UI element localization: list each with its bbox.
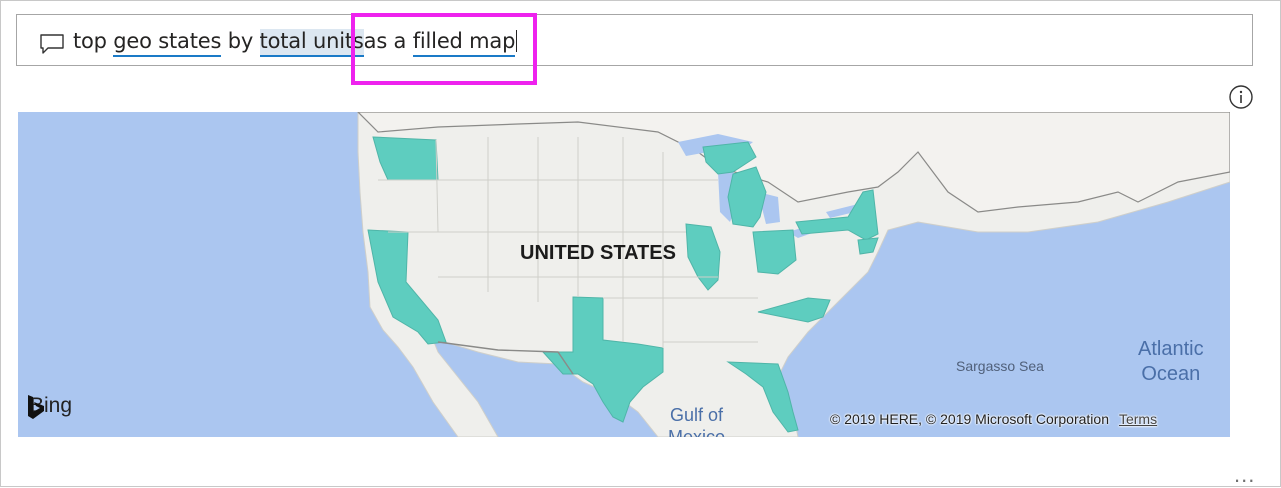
country-label: UNITED STATES [520, 242, 676, 264]
map-copyright: © 2019 HERE, © 2019 Microsoft Corporatio… [830, 411, 1157, 427]
gulf-label-line-2: Mexico [668, 427, 726, 437]
qna-question-box[interactable]: top geo states by total unitsas a filled… [16, 14, 1253, 66]
query-term-total-units[interactable]: total units [259, 29, 364, 57]
map-canvas [357, 112, 1230, 437]
query-term-geo-states[interactable]: geo states [113, 29, 221, 57]
terms-link[interactable]: Terms [1119, 411, 1157, 427]
copyright-text: © 2019 HERE, © 2019 Microsoft Corporatio… [830, 411, 1109, 427]
query-token-by: by [227, 29, 254, 53]
ocean-label: Atlantic Ocean [1138, 337, 1204, 387]
query-token-top: top [73, 29, 107, 53]
chat-bubble-icon [40, 34, 64, 54]
filled-map[interactable]: UNITED STATES Sargasso Sea Atlantic Ocea… [18, 112, 1230, 437]
ocean-label-line-1: Atlantic [1138, 338, 1204, 360]
more-options-icon[interactable]: ... [1234, 462, 1255, 488]
bing-logo: Bing [26, 394, 72, 419]
info-icon[interactable] [1228, 84, 1254, 110]
ocean-label-line-2: Ocean [1141, 363, 1201, 385]
gulf-label-line-1: Gulf of [669, 405, 724, 425]
bing-icon [28, 395, 44, 419]
sea-label: Sargasso Sea [956, 358, 1044, 374]
gulf-label: Gulf of Mexico [668, 404, 725, 437]
callout-highlight-box [351, 13, 537, 85]
